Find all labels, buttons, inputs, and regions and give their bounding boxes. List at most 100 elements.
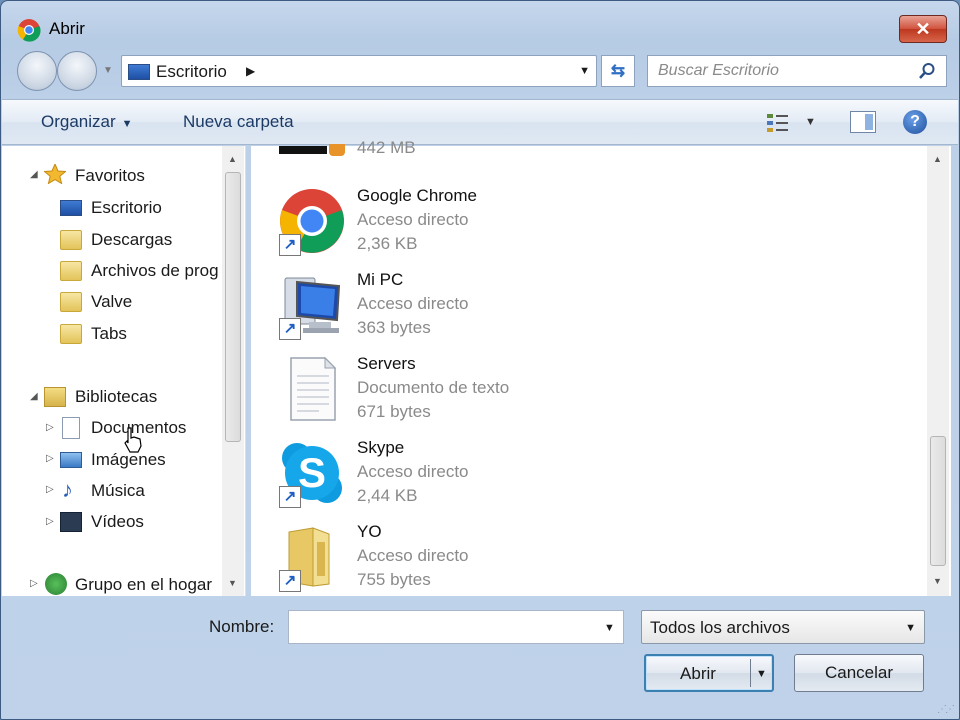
- folder-icon: [60, 261, 82, 281]
- shortcut-arrow-icon: ↗: [279, 234, 301, 256]
- open-options-dropdown-icon[interactable]: ▼: [756, 656, 767, 692]
- file-name: Servers: [357, 354, 416, 373]
- tree-item-videos[interactable]: Vídeos: [91, 512, 144, 532]
- file-type: Acceso directo: [357, 210, 469, 229]
- scroll-down-icon[interactable]: ▼: [228, 578, 237, 588]
- scroll-up-icon[interactable]: ▲: [933, 154, 942, 164]
- file-list: 442 MB ↗ Google Chrome Acceso directo 2,…: [251, 138, 951, 596]
- file-name-label: Nombre:: [209, 617, 275, 636]
- chevron-down-icon: ▼: [121, 118, 133, 130]
- close-button[interactable]: ✕: [899, 15, 947, 43]
- star-icon: [44, 164, 66, 184]
- collapsed-arrow-icon[interactable]: ▷: [46, 484, 54, 495]
- file-type: Acceso directo: [357, 546, 469, 565]
- search-input[interactable]: Buscar Escritorio: [658, 62, 779, 80]
- tree-libraries[interactable]: Bibliotecas: [75, 387, 157, 407]
- homegroup-icon: [45, 573, 67, 595]
- file-name: YO: [357, 522, 382, 541]
- back-button[interactable]: [17, 51, 57, 91]
- file-type: Documento de texto: [357, 378, 510, 397]
- navigation-scrollbar[interactable]: ▲ ▼: [222, 146, 244, 596]
- collapsed-arrow-icon[interactable]: ▷: [46, 453, 54, 464]
- tree-item-escritorio[interactable]: Escritorio: [91, 198, 162, 218]
- file-size: 2,44 KB: [357, 486, 418, 505]
- title-bar: Abrir ✕: [1, 1, 959, 51]
- shortcut-arrow-icon: ↗: [279, 570, 301, 592]
- navigation-pane: ◢ Favoritos Escritorio Descargas Archivo…: [2, 146, 246, 596]
- file-size: 2,36 KB: [357, 234, 418, 253]
- file-type: Acceso directo: [357, 462, 469, 481]
- list-item[interactable]: ↗ Mi PC Acceso directo 363 bytes: [251, 266, 921, 350]
- list-item[interactable]: ↗ YO Acceso directo 755 bytes: [251, 518, 921, 602]
- open-button[interactable]: Abrir ▼: [644, 654, 774, 692]
- cancel-button[interactable]: Cancelar: [794, 654, 924, 692]
- window-title: Abrir: [49, 19, 85, 38]
- file-name: Skype: [357, 438, 405, 457]
- tree-favorites[interactable]: Favoritos: [75, 166, 145, 186]
- address-location[interactable]: Escritorio: [156, 62, 227, 82]
- music-icon: ♪: [62, 477, 73, 502]
- tree-item-valve[interactable]: Valve: [91, 292, 132, 312]
- list-item[interactable]: Servers Documento de texto 671 bytes: [251, 350, 921, 434]
- address-dropdown-icon[interactable]: ▼: [579, 65, 590, 77]
- scrollbar-thumb[interactable]: [930, 436, 946, 566]
- scroll-up-icon[interactable]: ▲: [228, 154, 237, 164]
- file-type-filter-value: Todos los archivos: [650, 618, 790, 637]
- collapsed-arrow-icon[interactable]: ▷: [46, 516, 54, 527]
- folder-icon: [60, 324, 82, 344]
- list-item[interactable]: S ↗ Skype Acceso directo 2,44 KB: [251, 434, 921, 518]
- desktop-icon: [60, 200, 82, 216]
- chevron-down-icon: ▼: [905, 622, 916, 634]
- search-icon[interactable]: [918, 62, 936, 80]
- refresh-button[interactable]: ⇆: [601, 55, 635, 87]
- list-item[interactable]: 442 MB: [251, 86, 921, 170]
- file-size: 442 MB: [357, 138, 416, 157]
- open-button-label: Abrir: [680, 664, 716, 683]
- breadcrumb-arrow-icon[interactable]: ▶: [246, 64, 255, 78]
- document-icon: [62, 417, 80, 439]
- chevron-down-icon[interactable]: ▼: [604, 622, 615, 634]
- collapsed-arrow-icon[interactable]: ▷: [46, 422, 54, 433]
- organize-menu[interactable]: Organizar ▼: [41, 112, 133, 132]
- collapsed-arrow-icon[interactable]: ▷: [30, 578, 38, 589]
- shortcut-arrow-icon: ↗: [279, 486, 301, 508]
- badge-icon: [329, 144, 345, 156]
- tree-item-descargas[interactable]: Descargas: [91, 230, 172, 250]
- file-size: 671 bytes: [357, 402, 431, 421]
- navigation-buttons: ▼: [17, 51, 117, 91]
- file-type-filter[interactable]: Todos los archivos ▼: [641, 610, 925, 644]
- scrollbar-thumb[interactable]: [225, 172, 241, 442]
- tree-homegroup[interactable]: Grupo en el hogar: [75, 575, 212, 595]
- pictures-icon: [60, 452, 82, 468]
- text-document-icon: [290, 356, 337, 421]
- split-divider: [750, 659, 751, 687]
- organize-label: Organizar: [41, 112, 116, 131]
- search-box[interactable]: Buscar Escritorio: [647, 55, 947, 87]
- expanded-arrow-icon[interactable]: ◢: [30, 169, 38, 180]
- expanded-arrow-icon[interactable]: ◢: [30, 391, 38, 402]
- shortcut-arrow-icon: ↗: [279, 318, 301, 340]
- tree-item-tabs[interactable]: Tabs: [91, 324, 127, 344]
- file-icon: [279, 146, 327, 154]
- video-icon: [60, 512, 82, 532]
- resize-grip-icon[interactable]: ⋰⋰: [937, 704, 955, 715]
- forward-button[interactable]: [57, 51, 97, 91]
- tree-item-archivos[interactable]: Archivos de prog: [91, 261, 223, 281]
- desktop-icon: [128, 64, 150, 80]
- folder-icon: [60, 292, 82, 312]
- file-size: 755 bytes: [357, 570, 431, 589]
- file-name: Google Chrome: [357, 186, 478, 205]
- recent-pages-dropdown-icon[interactable]: ▼: [103, 65, 113, 76]
- file-type: Acceso directo: [357, 294, 469, 313]
- downloads-folder-icon: [60, 230, 82, 250]
- file-name: Mi PC: [357, 270, 404, 289]
- list-item[interactable]: ↗ Google Chrome Acceso directo 2,36 KB: [251, 182, 921, 266]
- libraries-icon: [44, 387, 66, 407]
- file-list-scrollbar[interactable]: ▲ ▼: [927, 146, 949, 596]
- scroll-down-icon[interactable]: ▼: [933, 576, 942, 586]
- tree-item-musica[interactable]: Música: [91, 481, 145, 501]
- hand-cursor-icon: [124, 427, 142, 453]
- file-name-input[interactable]: [288, 610, 624, 644]
- address-bar[interactable]: Escritorio ▶ ▼: [121, 55, 597, 87]
- chrome-icon: [17, 19, 41, 42]
